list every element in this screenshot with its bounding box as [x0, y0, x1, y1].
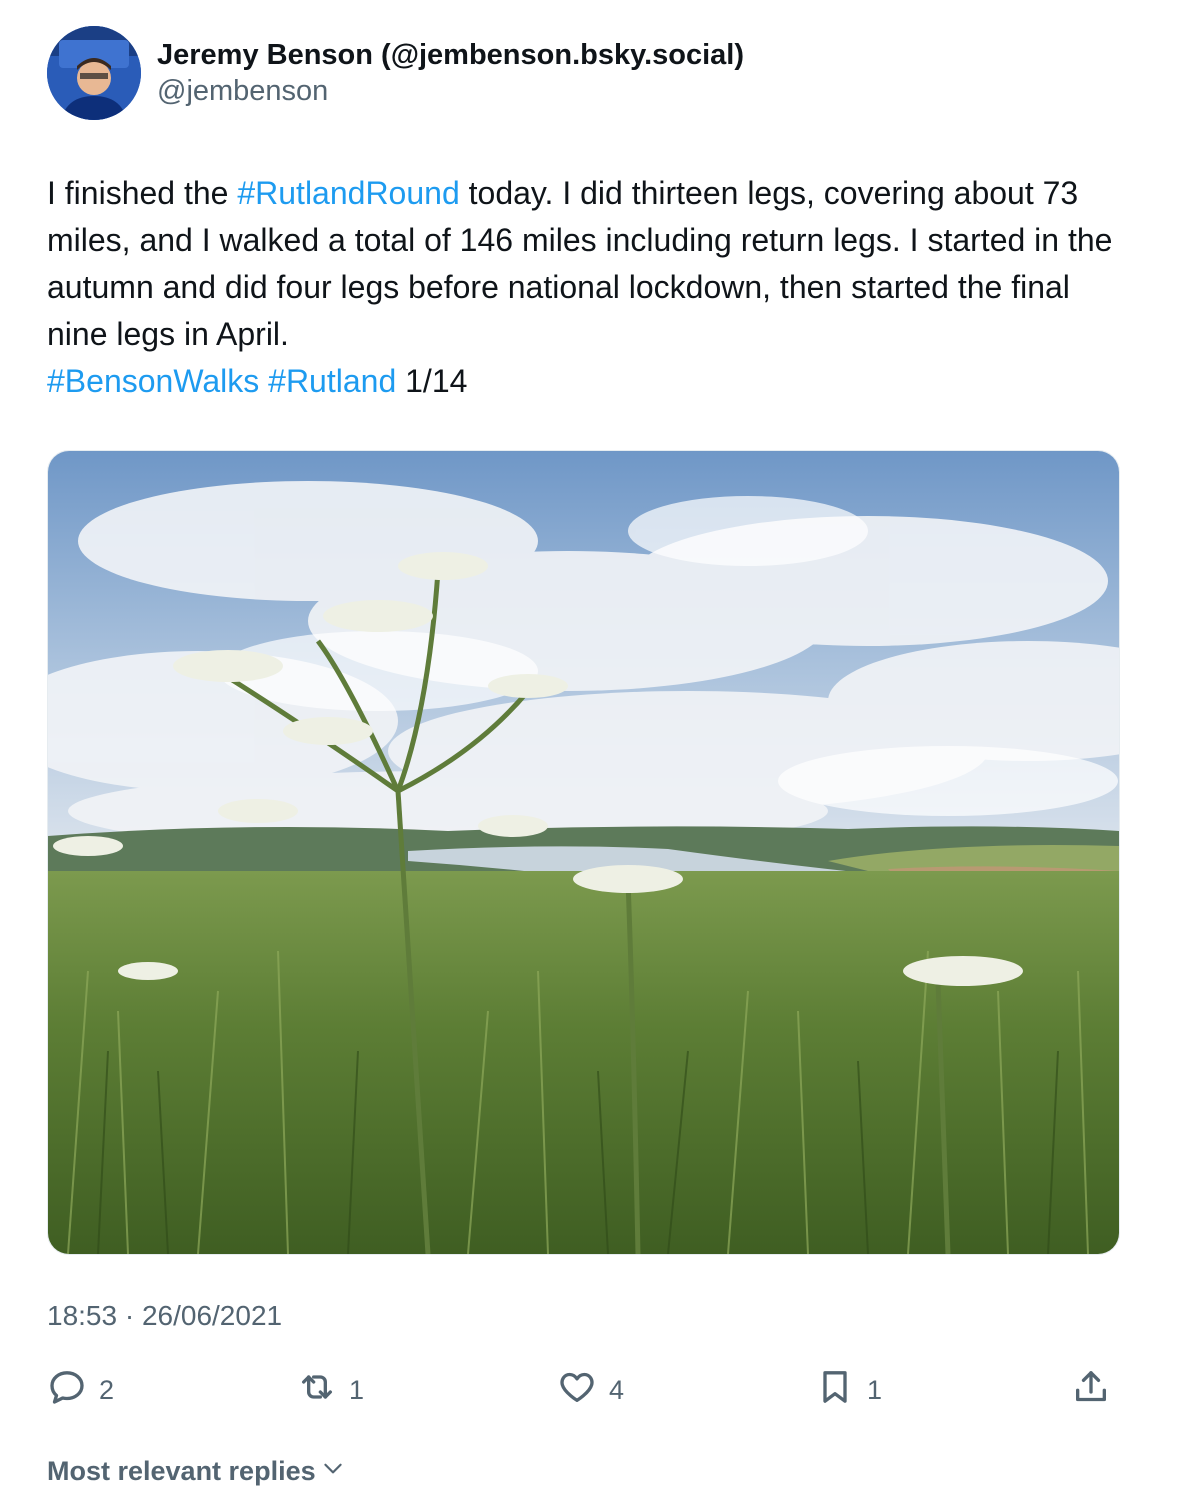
share-button[interactable]	[1071, 1365, 1111, 1415]
reply-button[interactable]: 2	[47, 1365, 114, 1415]
bookmark-button[interactable]: 1	[815, 1365, 882, 1415]
tweet-text: I finished the #RutlandRound today. I di…	[47, 170, 1137, 405]
replies-sort-dropdown[interactable]: Most relevant replies	[47, 1455, 346, 1488]
reply-icon	[47, 1367, 87, 1414]
tweet-text-part: I finished the	[47, 175, 238, 211]
tweet-timestamp[interactable]: 18:53 · 26/06/2021	[47, 1300, 282, 1332]
share-icon	[1071, 1367, 1111, 1414]
bookmark-icon	[815, 1367, 855, 1414]
like-count: 4	[609, 1374, 625, 1405]
repost-button[interactable]: 1	[297, 1365, 364, 1415]
hashtag-link[interactable]: #RutlandRound	[237, 175, 459, 211]
bookmark-count: 1	[867, 1374, 883, 1405]
thread-counter: 1/14	[396, 363, 468, 399]
repost-count: 1	[349, 1374, 365, 1405]
author-display-name[interactable]: Jeremy Benson (@jembenson.bsky.social)	[157, 37, 744, 73]
hashtag-link[interactable]: #Rutland	[268, 363, 396, 399]
hashtag-link[interactable]: #BensonWalks	[47, 363, 259, 399]
repost-icon	[297, 1367, 337, 1414]
avatar[interactable]	[47, 26, 141, 120]
like-icon	[557, 1367, 597, 1414]
chevron-down-icon	[316, 1455, 346, 1488]
author-handle[interactable]: @jembenson	[157, 73, 744, 109]
like-button[interactable]: 4	[557, 1365, 624, 1415]
tweet-photo[interactable]	[47, 450, 1120, 1255]
action-bar: 2 1 4 1	[47, 1365, 1117, 1415]
tweet-header: Jeremy Benson (@jembenson.bsky.social) @…	[47, 26, 744, 120]
reply-count: 2	[99, 1374, 115, 1405]
replies-sort-label: Most relevant replies	[47, 1456, 316, 1486]
